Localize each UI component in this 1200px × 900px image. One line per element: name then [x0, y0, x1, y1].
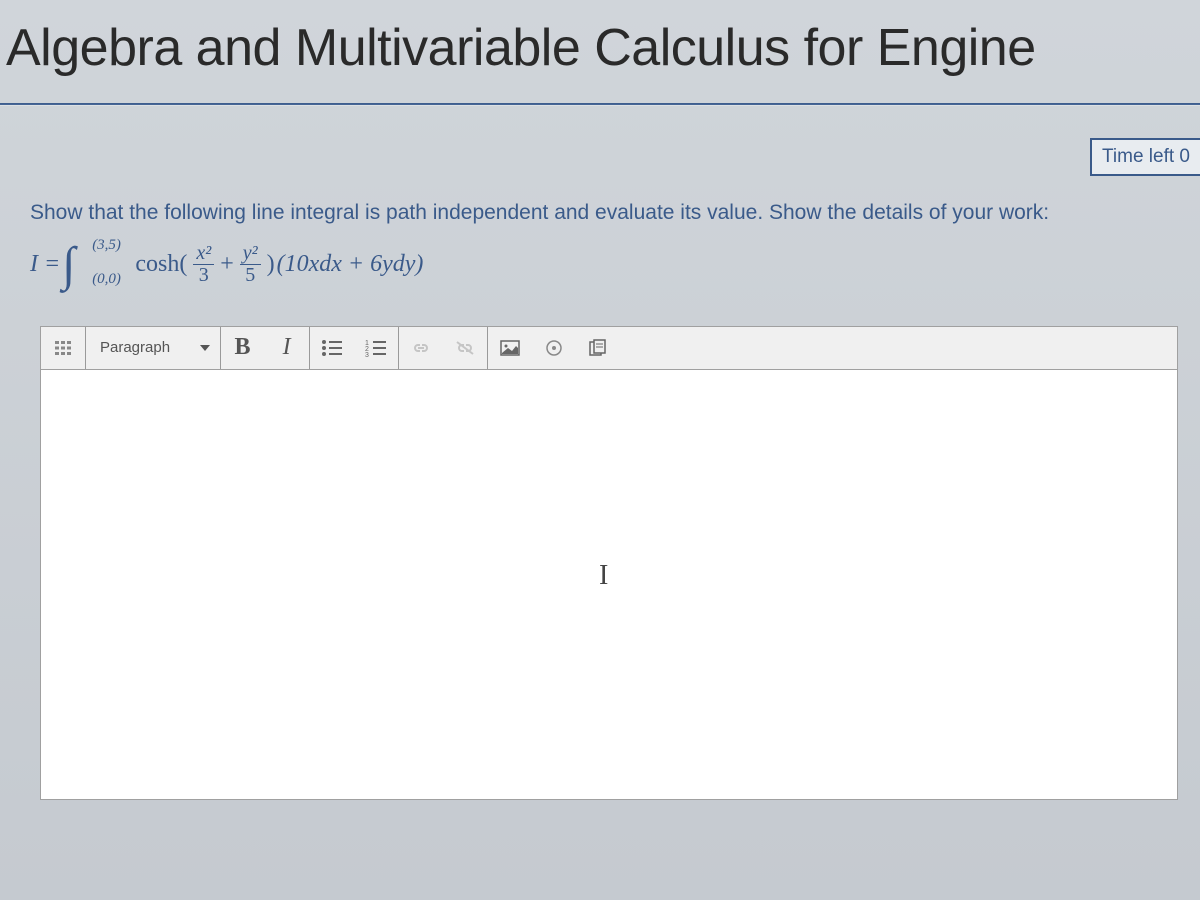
fraction-y: y² 5: [240, 243, 261, 286]
plus-sign: +: [220, 251, 234, 278]
frac-x-den: 3: [196, 265, 212, 286]
header-divider: [0, 103, 1200, 105]
ordered-list-icon: 1 2 3: [365, 339, 387, 357]
timer-box: Time left 0: [1090, 138, 1200, 176]
unlink-button[interactable]: [443, 327, 487, 369]
image-icon: [499, 339, 521, 357]
frac-x-num: x²: [193, 243, 214, 265]
svg-text:3: 3: [365, 352, 369, 357]
frac-y-num: y²: [240, 243, 261, 265]
unordered-list-icon: [321, 339, 343, 357]
close-paren: ): [267, 251, 275, 278]
italic-button[interactable]: I: [265, 327, 309, 369]
integral-block: ∫ (3,5) (0,0): [62, 243, 75, 286]
files-icon: [587, 339, 609, 357]
grid-icon: [53, 338, 73, 358]
ordered-list-button[interactable]: 1 2 3: [354, 327, 398, 369]
eq-lhs: I =: [30, 251, 60, 278]
bold-button[interactable]: B: [221, 327, 265, 369]
unlink-icon: [454, 339, 476, 357]
media-icon: [543, 339, 565, 357]
equation: I = ∫ (3,5) (0,0) cosh( x² 3 + y² 5 ) (1…: [30, 243, 1178, 286]
format-select[interactable]: Paragraph: [86, 327, 220, 369]
manage-files-button[interactable]: [576, 327, 620, 369]
editor-content[interactable]: I: [40, 370, 1178, 800]
unordered-list-button[interactable]: [310, 327, 354, 369]
media-button[interactable]: [532, 327, 576, 369]
toolbar-show-more-button[interactable]: [41, 327, 85, 369]
format-select-label: Paragraph: [100, 339, 170, 356]
link-icon: [410, 339, 432, 357]
italic-icon: I: [283, 334, 291, 361]
bold-icon: B: [235, 334, 251, 361]
integral-lower: (0,0): [92, 271, 121, 288]
eq-tail: (10xdx + 6ydy): [277, 251, 424, 278]
page-title: Algebra and Multivariable Calculus for E…: [0, 0, 1200, 103]
editor-toolbar: Paragraph B I 1 2 3: [40, 326, 1178, 370]
text-cursor: I: [599, 560, 608, 592]
cosh-label: cosh(: [135, 251, 187, 278]
question-area: Show that the following line integral is…: [0, 175, 1200, 286]
integral-upper: (3,5): [92, 237, 121, 254]
integral-sign: ∫: [62, 243, 75, 286]
chevron-down-icon: [200, 345, 210, 351]
fraction-x: x² 3: [193, 243, 214, 286]
image-button[interactable]: [488, 327, 532, 369]
question-prompt: Show that the following line integral is…: [30, 197, 1178, 229]
link-button[interactable]: [399, 327, 443, 369]
frac-y-den: 5: [242, 265, 258, 286]
